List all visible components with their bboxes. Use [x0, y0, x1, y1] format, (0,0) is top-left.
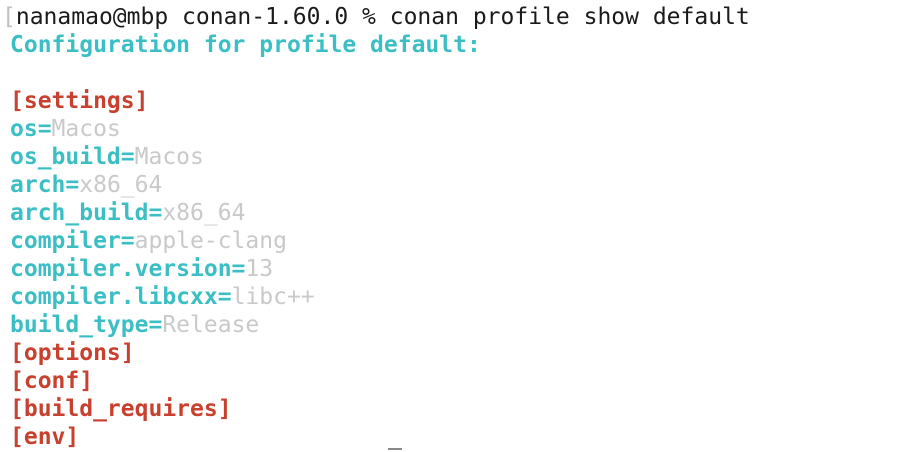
setting-value: Macos	[134, 144, 204, 170]
setting-key: os=	[10, 116, 52, 142]
setting-os: os=Macos	[10, 115, 898, 143]
text-cursor	[388, 448, 402, 450]
setting-key: compiler.version=	[10, 256, 246, 282]
section-settings: [settings]	[10, 88, 149, 114]
setting-key: arch_build=	[10, 200, 163, 226]
setting-value: libc++	[231, 284, 315, 310]
section-build-requires: [build_requires]	[10, 396, 232, 422]
prompt-line: [nanamao@mbp conan-1.60.0 % conan profil…	[2, 3, 898, 31]
section-options: [options]	[10, 340, 135, 366]
setting-value: x86_64	[162, 200, 246, 226]
prompt-bracket: [	[2, 4, 16, 30]
setting-key: os_build=	[10, 144, 135, 170]
command-text: conan profile show default	[389, 4, 750, 30]
setting-key: arch=	[10, 172, 80, 198]
setting-arch: arch=x86_64	[10, 171, 898, 199]
setting-os-build: os_build=Macos	[10, 143, 898, 171]
setting-key: compiler=	[10, 228, 135, 254]
setting-compiler-libcxx: compiler.libcxx=libc++	[10, 283, 898, 311]
setting-value: x86_64	[79, 172, 163, 198]
setting-value: 13	[245, 256, 274, 282]
prompt-text: nanamao@mbp conan-1.60.0 %	[15, 4, 390, 30]
section-conf: [conf]	[10, 368, 94, 394]
setting-value: apple-clang	[134, 228, 287, 254]
terminal-output[interactable]: [nanamao@mbp conan-1.60.0 % conan profil…	[2, 3, 898, 452]
setting-build-type: build_type=Release	[10, 311, 898, 339]
setting-key: build_type=	[10, 312, 163, 338]
setting-compiler-version: compiler.version=13	[10, 255, 898, 283]
setting-value: Release	[162, 312, 260, 338]
setting-arch-build: arch_build=x86_64	[10, 199, 898, 227]
section-env: [env]	[10, 424, 80, 450]
output-header: Configuration for profile default:	[10, 32, 481, 58]
setting-value: Macos	[51, 116, 121, 142]
setting-key: compiler.libcxx=	[10, 284, 232, 310]
setting-compiler: compiler=apple-clang	[10, 227, 898, 255]
